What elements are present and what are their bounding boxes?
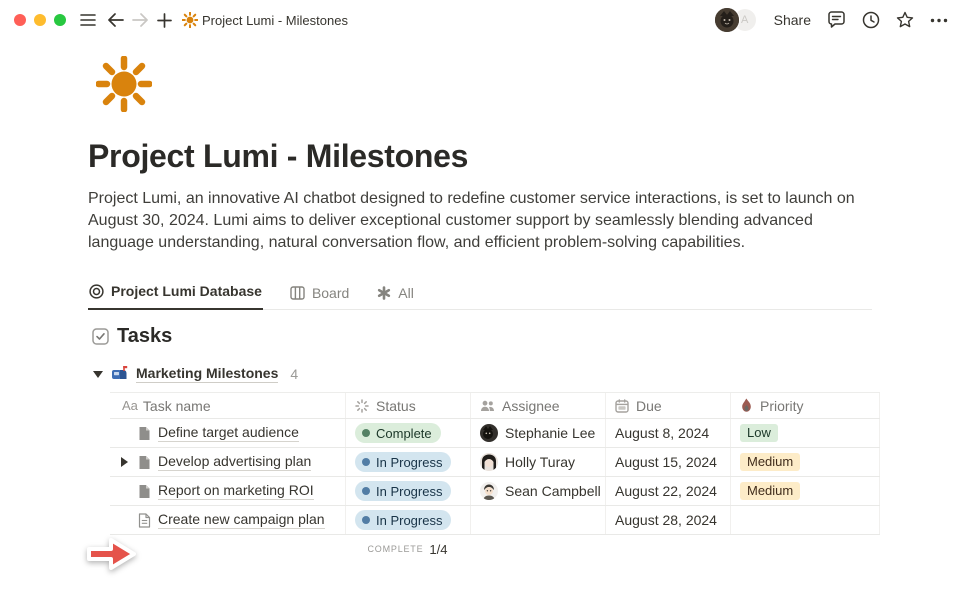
- page-doc-icon: [138, 426, 151, 441]
- status-dot: [362, 487, 370, 495]
- due-date[interactable]: August 28, 2024: [615, 512, 717, 528]
- task-link[interactable]: Develop advertising plan: [158, 453, 311, 471]
- tab-all[interactable]: All: [376, 278, 415, 310]
- avatar: [480, 482, 498, 500]
- table-row[interactable]: Develop advertising plan In Progress Hol…: [110, 448, 880, 477]
- page-description[interactable]: Project Lumi, an innovative AI chatbot d…: [88, 188, 872, 254]
- asterisk-icon: [377, 286, 391, 300]
- status-pill[interactable]: Complete: [355, 423, 441, 443]
- avatar: [480, 424, 498, 442]
- expand-row-icon[interactable]: [121, 457, 128, 467]
- close-window-button[interactable]: [14, 14, 26, 26]
- flame-icon: [740, 398, 753, 413]
- priority-tag[interactable]: Low: [740, 424, 778, 442]
- people-icon: [480, 400, 495, 412]
- tab-board[interactable]: Board: [289, 278, 350, 310]
- page-content: Project Lumi - Milestones Project Lumi, …: [88, 40, 872, 563]
- more-options-icon[interactable]: [930, 18, 948, 23]
- table-header-row: Aa Task name Status Assignee Due P: [110, 392, 880, 419]
- window-title: Project Lumi - Milestones: [202, 13, 348, 28]
- priority-empty-cell[interactable]: [730, 506, 880, 534]
- share-button[interactable]: Share: [774, 12, 811, 28]
- page-doc-icon: [138, 484, 151, 499]
- page-sun-icon-small: [180, 10, 200, 30]
- table-row[interactable]: Create new campaign plan In Progress Aug…: [110, 506, 880, 535]
- page-doc-outline-icon: [138, 513, 151, 528]
- assignee[interactable]: Stephanie Lee: [480, 424, 595, 442]
- comments-icon[interactable]: [827, 11, 846, 29]
- avatar: [480, 453, 498, 471]
- status-pill[interactable]: In Progress: [355, 510, 451, 530]
- calc-label: COMPLETE: [368, 544, 424, 554]
- tasks-section-title[interactable]: Tasks: [117, 325, 172, 348]
- tasks-section-header: Tasks: [92, 325, 872, 348]
- due-date[interactable]: August 22, 2024: [615, 483, 717, 499]
- column-header-priority[interactable]: Priority: [730, 393, 880, 418]
- board-icon: [290, 286, 305, 300]
- user-avatar[interactable]: [714, 7, 740, 33]
- zoom-window-button[interactable]: [54, 14, 66, 26]
- minimize-window-button[interactable]: [34, 14, 46, 26]
- column-header-status[interactable]: Status: [345, 393, 470, 418]
- tasks-table: Aa Task name Status Assignee Due P: [110, 392, 880, 563]
- sidebar-toggle-icon[interactable]: [78, 10, 98, 30]
- new-tab-icon[interactable]: [154, 10, 174, 30]
- table-row[interactable]: Report on marketing ROI In Progress Sean…: [110, 477, 880, 506]
- column-header-task-name[interactable]: Aa Task name: [110, 393, 345, 418]
- back-icon[interactable]: [105, 10, 125, 30]
- page-sun-icon[interactable]: [96, 56, 152, 112]
- table-row[interactable]: Define target audience Complete Stephani…: [110, 419, 880, 448]
- tab-project-lumi-database[interactable]: Project Lumi Database: [88, 276, 263, 310]
- status-dot: [362, 429, 370, 437]
- toolbar: Project Lumi - Milestones A Share: [0, 0, 960, 40]
- checkbox-icon: [92, 328, 109, 345]
- group-marketing-milestones[interactable]: Marketing Milestones 4: [93, 365, 872, 383]
- group-name[interactable]: Marketing Milestones: [136, 365, 278, 383]
- due-date[interactable]: August 15, 2024: [615, 454, 717, 470]
- assignee[interactable]: Sean Campbell: [480, 482, 601, 500]
- status-pill[interactable]: In Progress: [355, 481, 451, 501]
- page-doc-icon: [138, 455, 151, 470]
- column-header-due[interactable]: Due: [605, 393, 730, 418]
- traffic-lights: [14, 14, 66, 26]
- task-link[interactable]: Define target audience: [158, 424, 299, 442]
- calendar-icon: [615, 399, 629, 413]
- priority-tag[interactable]: Medium: [740, 482, 800, 500]
- calc-value: 1/4: [429, 542, 447, 557]
- favorite-star-icon[interactable]: [896, 11, 914, 29]
- forward-icon[interactable]: [130, 10, 150, 30]
- collaborator-avatars[interactable]: A: [714, 7, 758, 33]
- group-count: 4: [290, 366, 298, 382]
- assignee-empty-cell[interactable]: [470, 506, 605, 534]
- view-tabs: Project Lumi Database Board All: [88, 276, 872, 310]
- mailbox-icon: [111, 366, 128, 382]
- status-pill[interactable]: In Progress: [355, 452, 451, 472]
- status-dot: [362, 458, 370, 466]
- table-footer: COMPLETE 1/4: [110, 535, 880, 563]
- page-title[interactable]: Project Lumi - Milestones: [88, 138, 872, 175]
- task-link[interactable]: Create new campaign plan: [158, 511, 325, 529]
- app-window: Project Lumi - Milestones A Share: [0, 0, 960, 600]
- status-burst-icon: [355, 399, 369, 413]
- collapse-group-icon[interactable]: [93, 371, 103, 378]
- column-header-assignee[interactable]: Assignee: [470, 393, 605, 418]
- assignee[interactable]: Holly Turay: [480, 453, 575, 471]
- history-icon[interactable]: [862, 11, 880, 29]
- text-property-icon: Aa: [110, 398, 138, 413]
- due-date[interactable]: August 8, 2024: [615, 425, 709, 441]
- target-icon: [89, 284, 104, 299]
- status-dot: [362, 516, 370, 524]
- task-link[interactable]: Report on marketing ROI: [158, 482, 314, 500]
- status-column-calculation[interactable]: COMPLETE 1/4: [345, 535, 470, 563]
- priority-tag[interactable]: Medium: [740, 453, 800, 471]
